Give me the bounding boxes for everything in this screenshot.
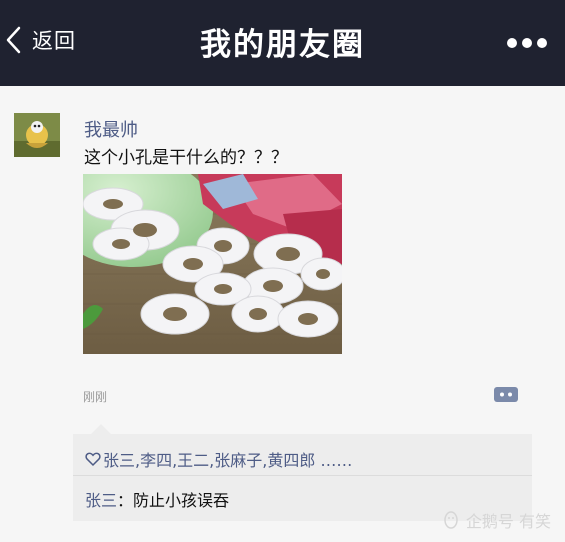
more-dot (537, 38, 547, 48)
post-timestamp: 刚刚 (83, 390, 108, 404)
watermark: 企鹅号 有笑 (442, 508, 551, 532)
top-nav-bar: 返回 我的朋友圈 (0, 0, 565, 86)
watermark-text: 企鹅号 有笑 (465, 512, 551, 531)
post-username[interactable]: 我最帅 (84, 116, 138, 142)
more-dots-icon (507, 38, 517, 48)
avatar-image (14, 113, 60, 157)
divider (73, 475, 532, 476)
post-photo[interactable] (83, 174, 342, 354)
post-text: 这个小孔是干什么的？？？ (84, 148, 288, 168)
more-options-button[interactable] (507, 33, 547, 53)
likes-row: 张三,李四,王二,张麻子,黄四郎 …… (85, 447, 352, 471)
comment-author[interactable]: 张三 (85, 491, 117, 510)
mint-candy-photo (83, 174, 342, 354)
comment-bubble-icon (494, 387, 518, 402)
comment-item[interactable]: 张三：防止小孩误吞 (85, 487, 229, 511)
avatar[interactable] (14, 113, 60, 157)
likes-names[interactable]: 张三,李四,王二,张麻子,黄四郎 …… (103, 447, 352, 471)
comment-separator: ： (117, 491, 134, 510)
more-dot (522, 38, 532, 48)
penguin-logo-icon (444, 511, 458, 529)
comment-button[interactable] (493, 385, 519, 405)
comment-text: 防止小孩误吞 (133, 491, 230, 510)
page-title: 我的朋友圈 (200, 27, 365, 63)
heart-outline-icon (85, 452, 101, 467)
